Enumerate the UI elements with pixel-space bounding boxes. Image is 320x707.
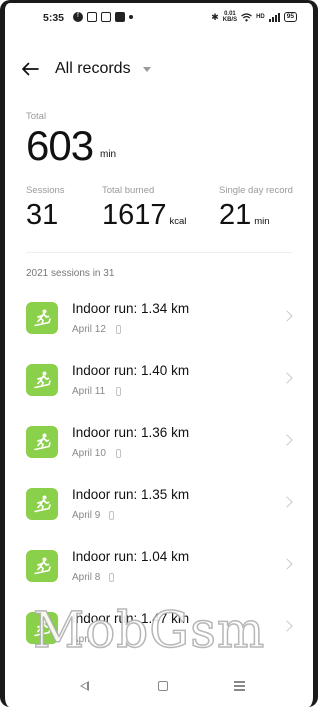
status-right: ✱ 0.01 KB/S HD 95: [211, 11, 297, 23]
bluetooth-icon: ✱: [211, 11, 219, 22]
chevron-right-icon: [281, 372, 293, 384]
stat-sessions-value: 31: [26, 199, 59, 231]
record-date: April 10: [72, 448, 106, 459]
record-row[interactable]: Indoor run: 1.04 km April 8: [5, 539, 313, 601]
record-title: Indoor run: 1.04 km: [72, 549, 190, 564]
stat-record-label: Single day record: [219, 185, 293, 196]
section-title: 2021 sessions in 31: [26, 268, 115, 279]
record-date: April 11: [72, 386, 106, 397]
news-icon: [87, 12, 97, 22]
nav-menu-icon[interactable]: [234, 681, 245, 691]
stat-record-unit: min: [254, 216, 270, 227]
record-title: Indoor run: 1.40 km: [72, 363, 190, 378]
facebook-icon: f: [73, 12, 83, 22]
record-date: April 9: [72, 510, 101, 521]
record-row[interactable]: Indoor run: 1.36 km April 10: [5, 415, 313, 477]
notification-icons: f: [73, 12, 133, 22]
stat-burned: Total burned 1617 kcal: [102, 185, 186, 239]
signal-hd-icon: HD: [256, 14, 265, 20]
signal-icon: [268, 12, 280, 22]
wifi-icon: [241, 12, 252, 21]
watermark: MobGsm: [32, 600, 266, 660]
treadmill-runner-icon: [26, 488, 58, 520]
chevron-right-icon: [281, 434, 293, 446]
record-row[interactable]: Indoor run: 1.34 km April 12: [5, 291, 313, 353]
phone-screen: 5:35 f ✱ 0.01 KB/S HD 95 All records Tot…: [0, 0, 318, 707]
gallery-icon: [101, 12, 111, 22]
arrow-left-icon: [22, 62, 39, 76]
app-icon: [115, 12, 125, 22]
chevron-right-icon: [281, 558, 293, 570]
nav-home-icon[interactable]: [158, 681, 168, 691]
status-bar: 5:35 f ✱ 0.01 KB/S HD 95: [5, 9, 313, 27]
network-speed: 0.01 KB/S: [223, 11, 237, 23]
stat-burned-value: 1617: [102, 199, 167, 231]
total-unit: min: [100, 149, 117, 160]
record-title: Indoor run: 1.36 km: [72, 425, 190, 440]
stat-burned-unit: kcal: [169, 216, 187, 227]
stat-burned-row: 1617 kcal: [102, 198, 186, 239]
treadmill-runner-icon: [26, 364, 58, 396]
stat-record-value: 21: [219, 199, 252, 231]
system-nav-bar: [5, 673, 313, 703]
treadmill-runner-icon: [26, 426, 58, 458]
status-time: 5:35: [43, 12, 65, 24]
record-date: April 12: [72, 324, 106, 335]
chevron-right-icon: [281, 620, 293, 632]
more-notifications-icon: [129, 15, 133, 19]
caret-down-icon[interactable]: [142, 66, 151, 72]
record-title: Indoor run: 1.34 km: [72, 301, 190, 316]
watch-icon: [116, 449, 121, 458]
battery-icon: 95: [283, 12, 297, 22]
stat-record-row: 21 min: [219, 198, 293, 239]
record-row[interactable]: Indoor run: 1.40 km April 11: [5, 353, 313, 415]
treadmill-runner-icon: [26, 302, 58, 334]
watch-icon: [109, 511, 114, 520]
chevron-right-icon: [281, 496, 293, 508]
stat-record: Single day record 21 min: [219, 185, 293, 239]
speed-unit: KB/S: [222, 17, 238, 23]
watch-icon: [116, 387, 121, 396]
watch-icon: [116, 325, 121, 334]
total-label: Total: [26, 111, 47, 122]
app-header: All records: [19, 53, 299, 85]
stat-burned-label: Total burned: [102, 185, 155, 196]
watch-icon: [109, 573, 114, 582]
back-button[interactable]: [19, 58, 41, 80]
treadmill-runner-icon: [26, 550, 58, 582]
divider: [26, 252, 292, 253]
stat-sessions-label: Sessions: [26, 185, 65, 196]
page-title[interactable]: All records: [55, 60, 131, 78]
total-value: 603: [26, 122, 94, 169]
record-date: April 8: [72, 572, 101, 583]
nav-back-icon[interactable]: [80, 681, 89, 691]
record-title: Indoor run: 1.35 km: [72, 487, 190, 502]
record-row[interactable]: Indoor run: 1.35 km April 9: [5, 477, 313, 539]
stat-sessions: Sessions 31: [26, 185, 65, 232]
chevron-right-icon: [281, 310, 293, 322]
